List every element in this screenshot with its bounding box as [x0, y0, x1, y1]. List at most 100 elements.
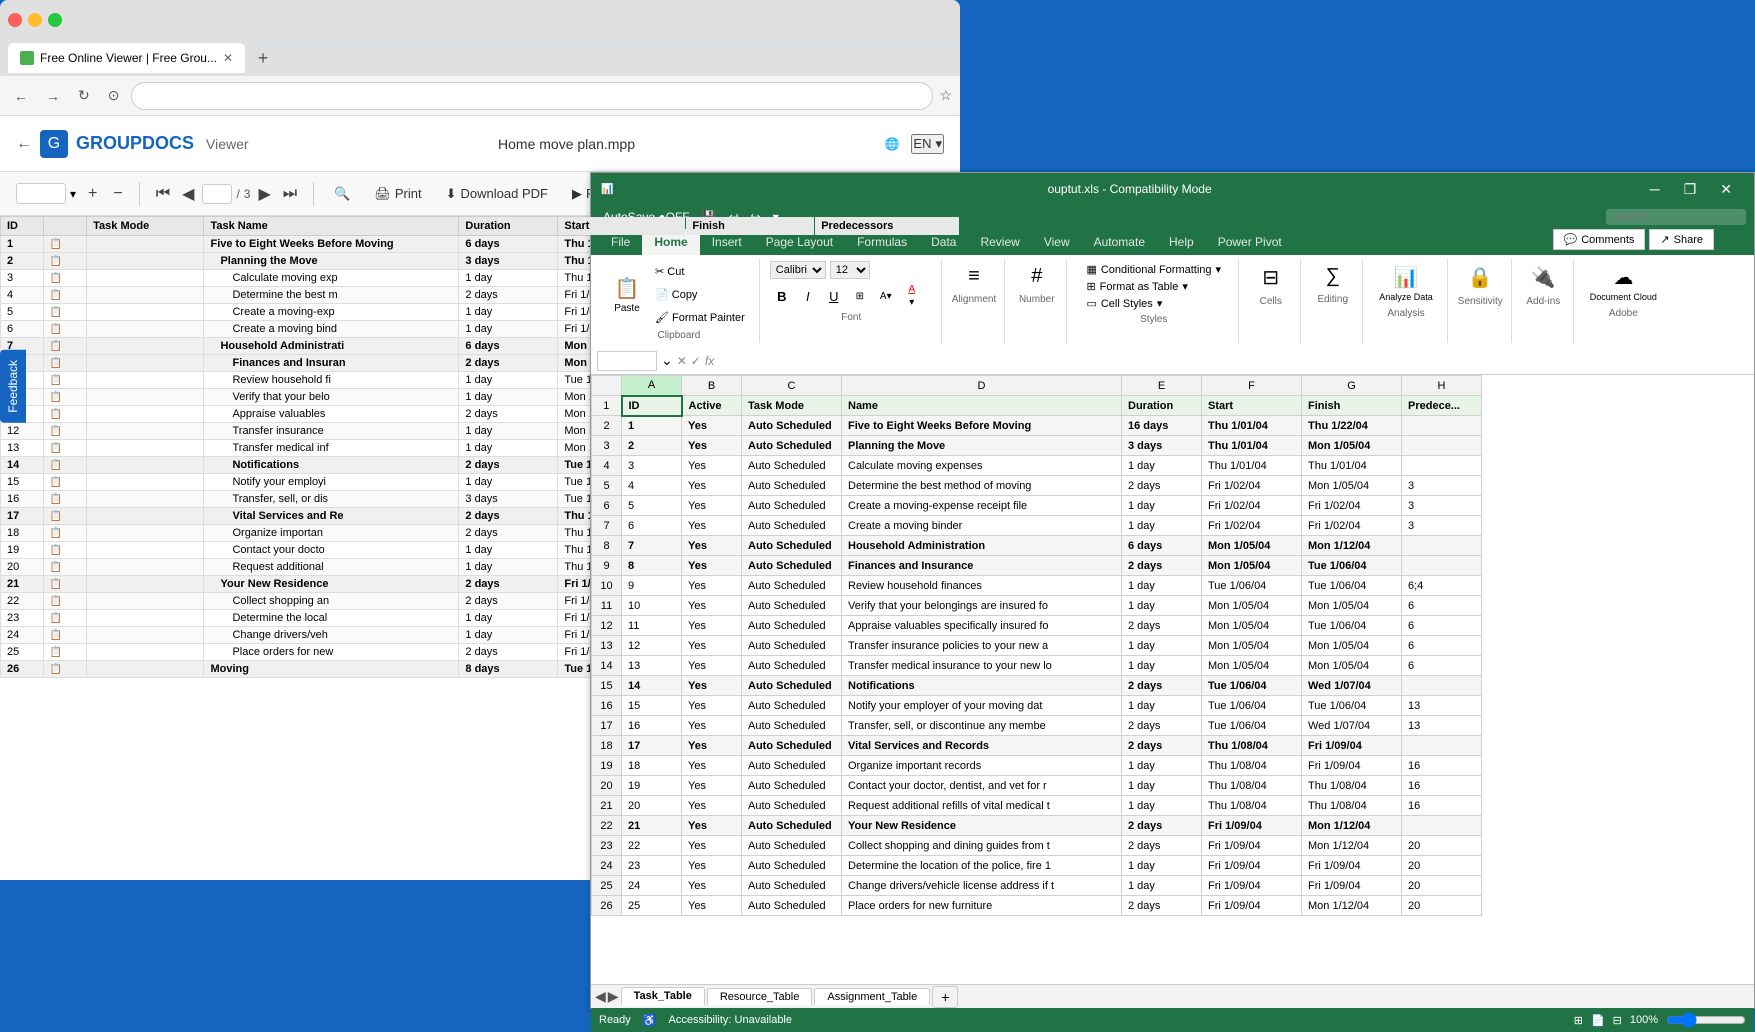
cell-id: 12	[1, 423, 44, 440]
col-header-C[interactable]: C	[742, 376, 842, 396]
col-header-E[interactable]: E	[1122, 376, 1202, 396]
excel-restore-button[interactable]: ❐	[1672, 177, 1709, 202]
analyze-data-button[interactable]: 📊 Analyze Data	[1373, 261, 1439, 306]
sheet-tab-assignment_table[interactable]: Assignment_Table	[814, 988, 930, 1005]
border-button[interactable]: ⊞	[848, 289, 872, 304]
tab-close-icon[interactable]: ✕	[223, 51, 233, 65]
italic-button[interactable]: I	[796, 287, 820, 306]
ribbon-tab-automate[interactable]: Automate	[1082, 229, 1157, 255]
cell-name: Transfer, sell, or discontinue any membe	[842, 716, 1122, 736]
address-bar[interactable]: products.groupdocs.app/viewer/app/?lang=…	[131, 82, 933, 110]
sheet-tab-resource_table[interactable]: Resource_Table	[707, 988, 813, 1005]
zoom-input[interactable]: 100%	[16, 183, 66, 204]
cell-reference-box[interactable]: A1	[597, 351, 657, 371]
format-table-button[interactable]: ⊞ Format as Table ▾	[1080, 278, 1227, 295]
formula-input[interactable]: ID	[718, 352, 1748, 370]
font-size-select[interactable]: 12	[830, 261, 870, 279]
cell-id: 14	[622, 676, 682, 696]
last-page-button[interactable]: ⏭	[279, 181, 301, 207]
home-button[interactable]: ⊙	[102, 83, 126, 108]
cell-start: Mon 1/05/04	[1202, 616, 1302, 636]
document-cloud-button[interactable]: ☁ Document Cloud	[1584, 261, 1663, 306]
expand-formula-button[interactable]: ⌄	[661, 352, 673, 369]
ribbon-tab-review[interactable]: Review	[968, 229, 1031, 255]
cell-id: 21	[622, 816, 682, 836]
col-header-A[interactable]: A	[622, 376, 682, 396]
cell-icon: 📋	[43, 406, 86, 423]
cell-active: Yes	[682, 796, 742, 816]
ribbon-tab-power-pivot[interactable]: Power Pivot	[1206, 229, 1294, 255]
app-back-button[interactable]: ←	[16, 135, 32, 153]
download-pdf-button[interactable]: ⬇ Download PDF	[438, 182, 556, 206]
status-right: ⊞ 📄 ⊟ 100%	[1574, 1012, 1746, 1028]
editing-button[interactable]: ∑	[1313, 261, 1353, 292]
forward-button[interactable]: →	[40, 84, 66, 108]
zoom-out-button[interactable]: −	[109, 181, 126, 207]
col-header-D[interactable]: D	[842, 376, 1122, 396]
spreadsheet-container[interactable]: ABCDEFGH 1IDActiveTask ModeNameDurationS…	[591, 375, 1754, 984]
scroll-tabs-left-button[interactable]: ◀	[595, 988, 606, 1005]
format-painter-button[interactable]: 🖌 Format Painter	[649, 307, 751, 328]
new-tab-button[interactable]: +	[249, 44, 277, 72]
cell-taskmode	[87, 372, 204, 389]
next-page-button[interactable]: ▶	[254, 180, 274, 208]
refresh-button[interactable]: ↻	[72, 83, 96, 108]
table-row: 24 23 Yes Auto Scheduled Determine the l…	[592, 856, 1482, 876]
print-button[interactable]: 🖨 Print	[366, 182, 429, 206]
cells-button[interactable]: ⊟	[1251, 261, 1291, 294]
paste-button[interactable]: 📋 Paste	[607, 272, 647, 318]
comments-button[interactable]: 💬 Comments	[1553, 229, 1646, 250]
bookmark-button[interactable]: ☆	[939, 87, 952, 104]
back-button[interactable]: ←	[8, 84, 34, 108]
col-header-H[interactable]: H	[1402, 376, 1482, 396]
col-header-F[interactable]: F	[1202, 376, 1302, 396]
normal-view-button[interactable]: ⊞	[1574, 1014, 1583, 1027]
page-break-view-button[interactable]: ⊟	[1613, 1014, 1622, 1027]
scroll-tabs-right-button[interactable]: ▶	[608, 988, 619, 1005]
col-header-G[interactable]: G	[1302, 376, 1402, 396]
conditional-formatting-button[interactable]: ▦ Conditional Formatting ▾	[1080, 261, 1227, 278]
add-sheet-button[interactable]: +	[932, 986, 958, 1008]
zoom-slider[interactable]	[1666, 1012, 1746, 1028]
bold-button[interactable]: B	[770, 287, 794, 306]
fill-color-button[interactable]: A▾	[874, 289, 898, 304]
table-row: 3 2 Yes Auto Scheduled Planning the Move…	[592, 436, 1482, 456]
font-family-select[interactable]: Calibri	[770, 261, 826, 279]
font-color-button[interactable]: A▾	[900, 282, 924, 310]
page-number-input[interactable]: 1	[202, 184, 232, 204]
sensitivity-button[interactable]: 🔒	[1460, 261, 1500, 294]
col-header-B[interactable]: B	[682, 376, 742, 396]
cut-button[interactable]: ✂ Cut	[649, 261, 751, 282]
ribbon-tab-view[interactable]: View	[1032, 229, 1082, 255]
page-layout-view-button[interactable]: 📄	[1591, 1014, 1605, 1027]
search-box[interactable]	[1606, 209, 1746, 225]
browser-max-btn[interactable]	[48, 13, 62, 27]
cell-taskmode	[87, 644, 204, 661]
sheet-tab-task_table[interactable]: Task_Table	[621, 987, 705, 1006]
share-button[interactable]: ↗ Share	[1649, 229, 1714, 250]
zoom-in-button[interactable]: +	[84, 181, 101, 207]
present-icon: ▶	[572, 186, 582, 202]
language-button[interactable]: EN ▾	[911, 134, 944, 154]
feedback-tab[interactable]: Feedback	[0, 350, 26, 423]
ribbon-tab-help[interactable]: Help	[1157, 229, 1206, 255]
prev-page-button[interactable]: ◀	[178, 180, 198, 208]
browser-close-btn[interactable]	[8, 13, 22, 27]
cell-styles-button[interactable]: ▭ Cell Styles ▾	[1080, 295, 1227, 312]
first-page-button[interactable]: ⏮	[152, 181, 174, 207]
number-button[interactable]: #	[1017, 261, 1057, 292]
cell-start: Mon 1/05/04	[1202, 536, 1302, 556]
underline-button[interactable]: U	[822, 287, 846, 306]
browser-tab[interactable]: Free Online Viewer | Free Grou... ✕	[8, 43, 245, 73]
copy-button[interactable]: 📄 Copy	[649, 284, 751, 305]
addins-button[interactable]: 🔌	[1523, 261, 1563, 294]
cell-finish: Wed 1/07/04	[1302, 676, 1402, 696]
excel-minimize-button[interactable]: ─	[1638, 177, 1672, 202]
tab-title: Free Online Viewer | Free Grou...	[40, 51, 217, 65]
excel-close-button[interactable]: ✕	[1708, 177, 1744, 202]
alignment-button[interactable]: ≡	[954, 261, 994, 292]
browser-min-btn[interactable]	[28, 13, 42, 27]
cell-active: Yes	[682, 576, 742, 596]
search-button[interactable]: 🔍	[326, 182, 358, 206]
cell-taskmode: Auto Scheduled	[742, 556, 842, 576]
